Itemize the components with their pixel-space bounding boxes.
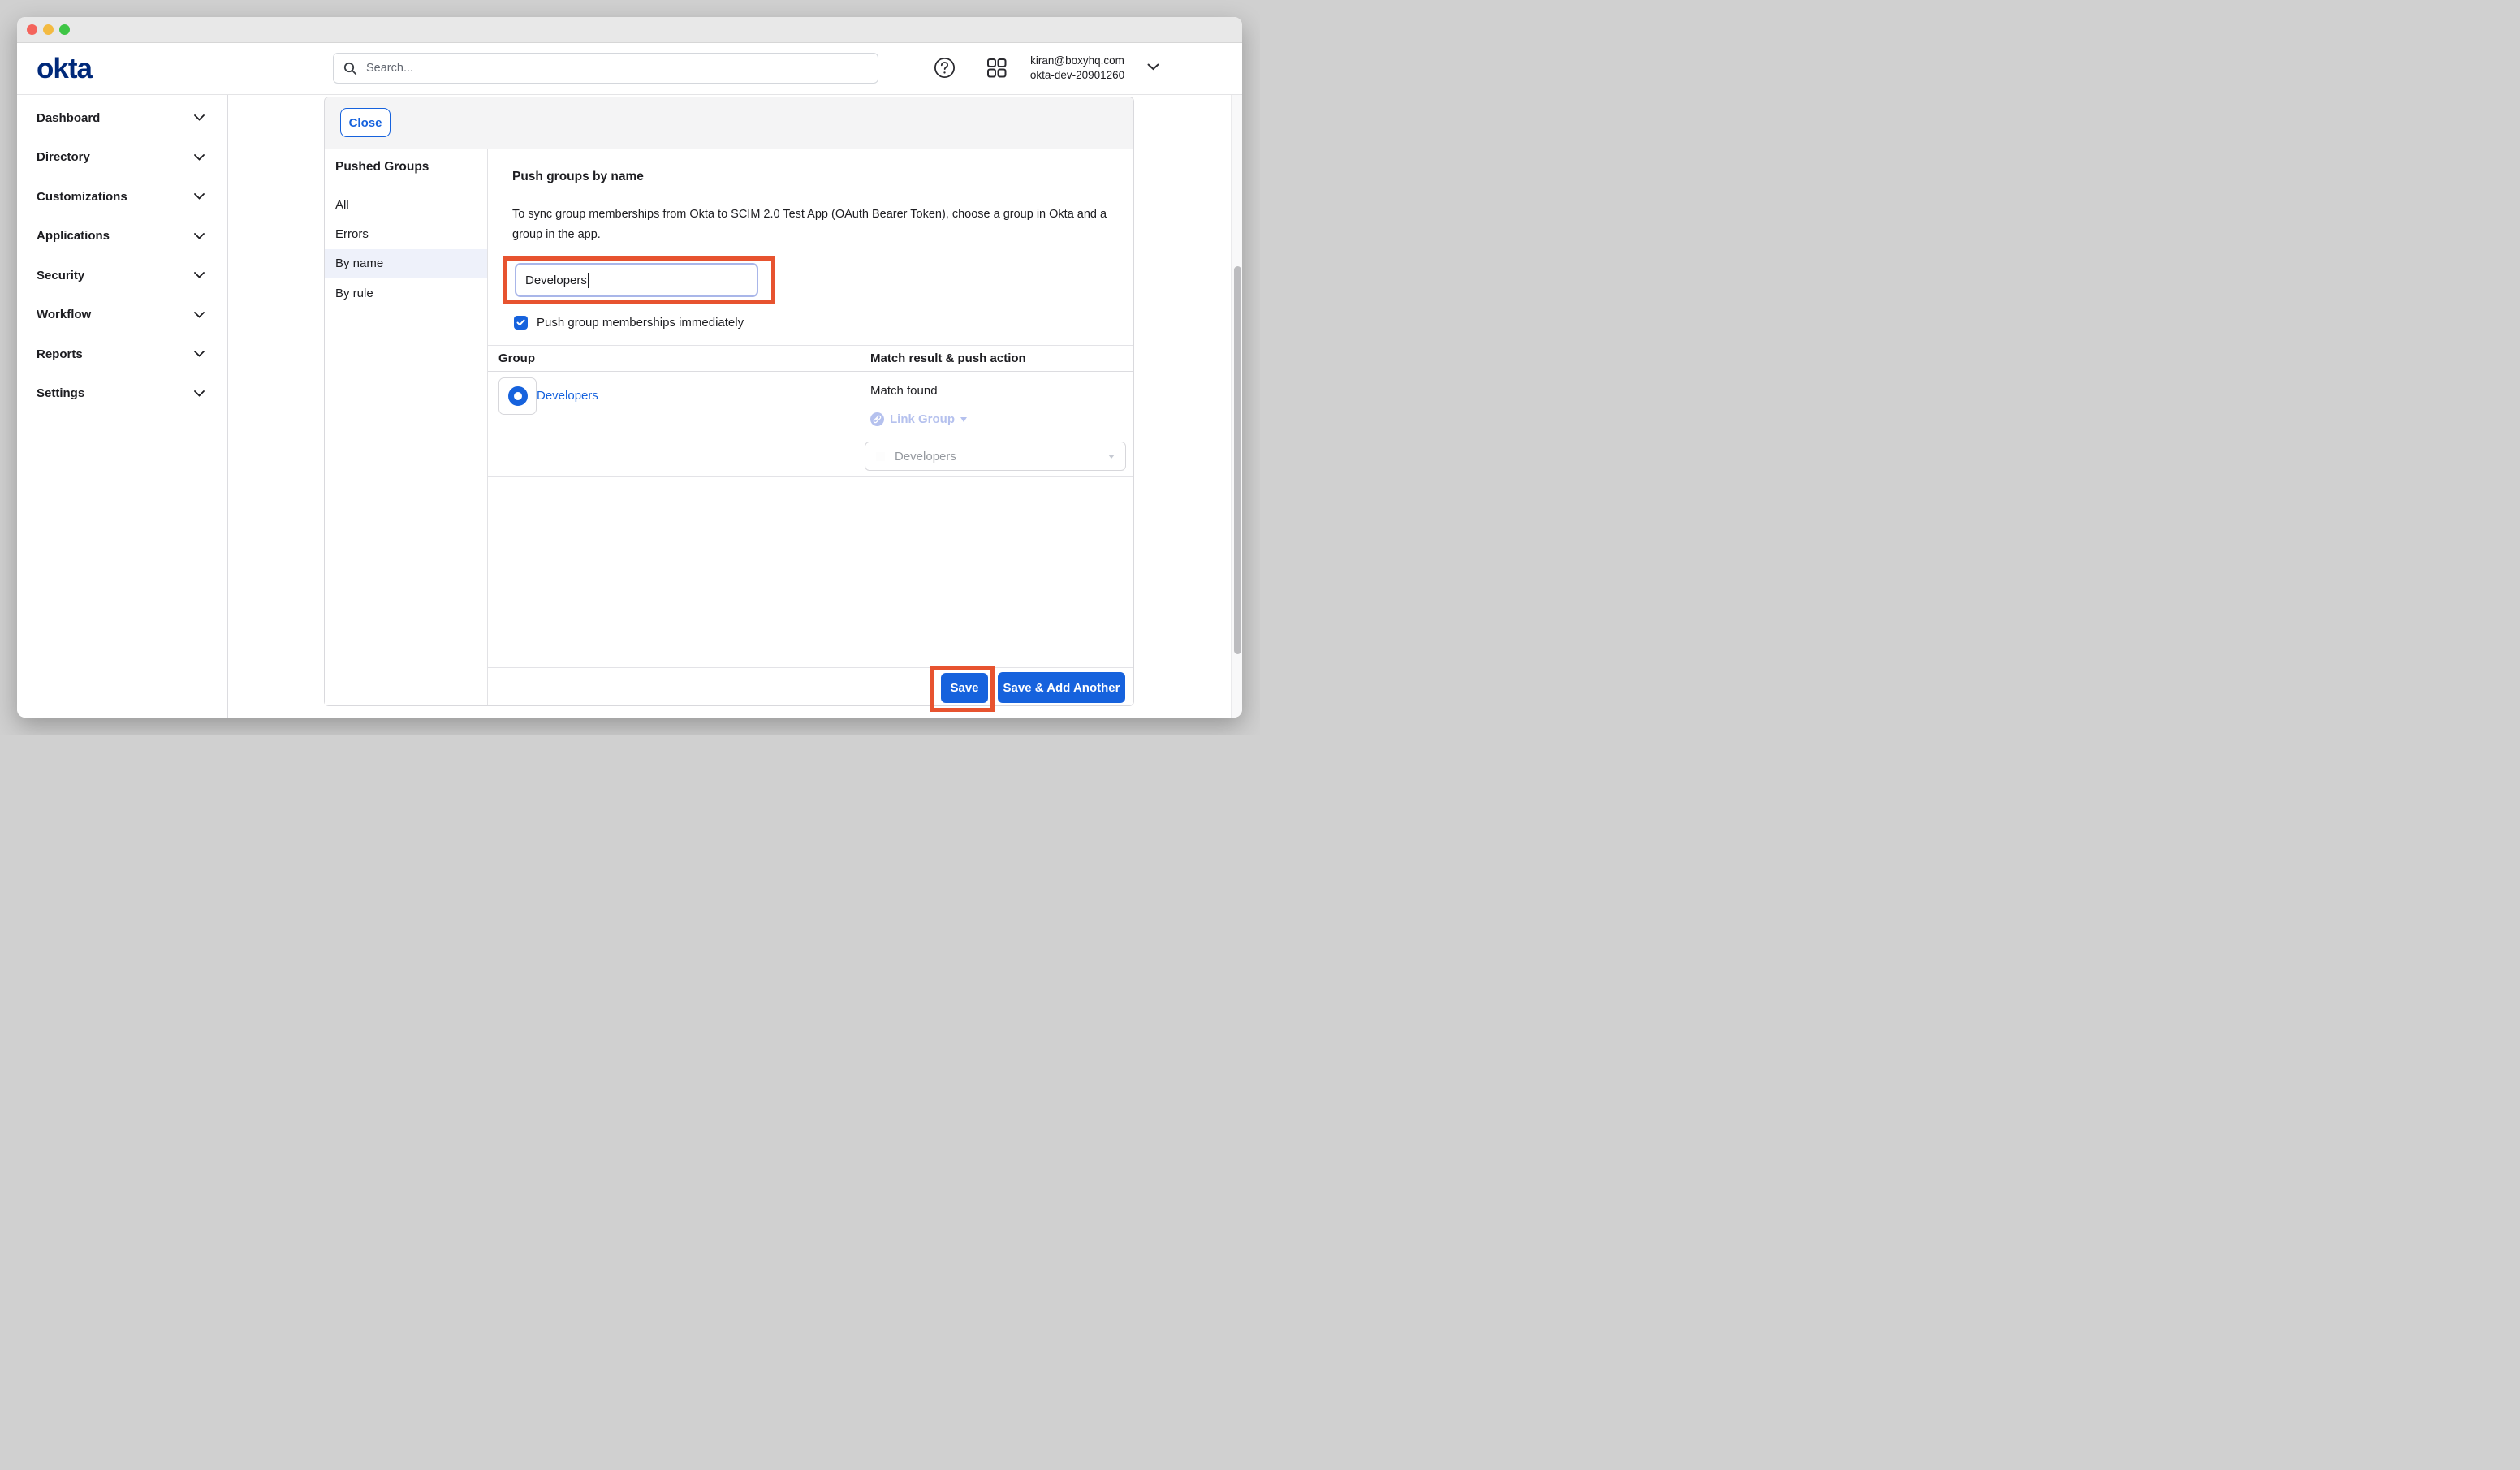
chevron-down-icon: [194, 114, 205, 121]
panel-toolbar: Close: [325, 97, 1133, 149]
account-chevron-down-icon[interactable]: [1147, 63, 1159, 71]
match-status-text: Match found: [870, 384, 938, 398]
link-icon: [870, 412, 884, 426]
save-button[interactable]: Save: [941, 673, 988, 703]
group-search-value: Developers: [525, 274, 587, 287]
chevron-down-icon: [194, 154, 205, 161]
pushed-groups-title: Pushed Groups: [335, 160, 429, 175]
footer-divider: [488, 667, 1133, 668]
sidebar-item-security[interactable]: Security: [17, 256, 227, 295]
app-group-icon-placeholder: [874, 450, 887, 463]
help-icon[interactable]: [933, 56, 956, 79]
sidebar-item-customizations[interactable]: Customizations: [17, 177, 227, 217]
window-zoom-icon[interactable]: [59, 24, 70, 35]
okta-logo: okta: [37, 43, 92, 94]
column-header-match-result: Match result & push action: [870, 351, 1026, 365]
app-group-selected-value: Developers: [895, 450, 1108, 463]
scrollbar-thumb[interactable]: [1234, 266, 1241, 654]
nav-item-by-rule[interactable]: By rule: [325, 278, 487, 308]
apps-grid-icon[interactable]: [985, 56, 1008, 79]
divider: [488, 345, 1133, 346]
description-text: To sync group memberships from Okta to S…: [512, 205, 1123, 244]
window-titlebar: [17, 17, 1242, 43]
browser-window: okta kiran@boxyhq.com okta-dev-20901260: [17, 17, 1242, 718]
nav-item-by-name[interactable]: By name: [325, 249, 487, 278]
sidebar: Dashboard Directory Customizations Appli…: [17, 95, 228, 718]
account-org: okta-dev-20901260: [1024, 68, 1131, 83]
sidebar-item-reports[interactable]: Reports: [17, 334, 227, 374]
save-and-add-another-button[interactable]: Save & Add Another: [998, 672, 1125, 703]
search-input[interactable]: [365, 61, 868, 75]
search-icon: [343, 62, 357, 75]
push-by-name-content: Push groups by name To sync group member…: [488, 149, 1133, 705]
chevron-down-icon: [194, 312, 205, 318]
desktop: okta kiran@boxyhq.com okta-dev-20901260: [0, 0, 1260, 735]
group-search-input[interactable]: Developers: [515, 263, 758, 297]
page-title: Push groups by name: [512, 170, 644, 184]
column-header-group: Group: [498, 351, 535, 365]
divider: [488, 476, 1133, 477]
account-email: kiran@boxyhq.com: [1024, 54, 1131, 68]
divider: [488, 371, 1133, 372]
window-minimize-icon[interactable]: [43, 24, 54, 35]
pushed-groups-nav: Pushed Groups All Errors By name By rule: [325, 149, 488, 705]
chevron-down-icon: [194, 390, 205, 397]
group-avatar: [498, 377, 537, 415]
sidebar-item-workflow[interactable]: Workflow: [17, 295, 227, 335]
top-nav: okta kiran@boxyhq.com okta-dev-20901260: [17, 43, 1242, 95]
account-menu[interactable]: kiran@boxyhq.com okta-dev-20901260: [1024, 54, 1131, 83]
sidebar-item-settings[interactable]: Settings: [17, 374, 227, 414]
link-group-label: Link Group: [890, 412, 955, 426]
chevron-down-icon: [194, 351, 205, 357]
group-icon: [508, 386, 528, 406]
text-cursor: [588, 273, 589, 288]
scrollbar-track[interactable]: [1231, 95, 1242, 718]
chevron-down-icon: [194, 233, 205, 239]
nav-item-errors[interactable]: Errors: [325, 219, 487, 248]
link-group-action[interactable]: Link Group: [870, 412, 967, 426]
window-close-icon[interactable]: [27, 24, 37, 35]
link-group-caret-icon: [960, 417, 967, 422]
select-caret-icon: [1108, 455, 1115, 459]
chevron-down-icon: [194, 193, 205, 200]
push-immediately-label: Push group memberships immediately: [537, 316, 744, 330]
sidebar-item-directory[interactable]: Directory: [17, 138, 227, 178]
chevron-down-icon: [194, 272, 205, 278]
push-immediately-checkbox[interactable]: [514, 316, 528, 330]
push-immediately-row[interactable]: Push group memberships immediately: [514, 316, 744, 330]
sidebar-item-dashboard[interactable]: Dashboard: [17, 98, 227, 138]
push-groups-panel: Close Pushed Groups All Errors By name B…: [324, 97, 1134, 706]
close-button[interactable]: Close: [340, 108, 391, 137]
group-name-link[interactable]: Developers: [537, 389, 598, 403]
global-search[interactable]: [333, 53, 878, 84]
app-group-select[interactable]: Developers: [865, 442, 1126, 471]
sidebar-item-applications[interactable]: Applications: [17, 217, 227, 256]
nav-item-all[interactable]: All: [325, 190, 487, 219]
